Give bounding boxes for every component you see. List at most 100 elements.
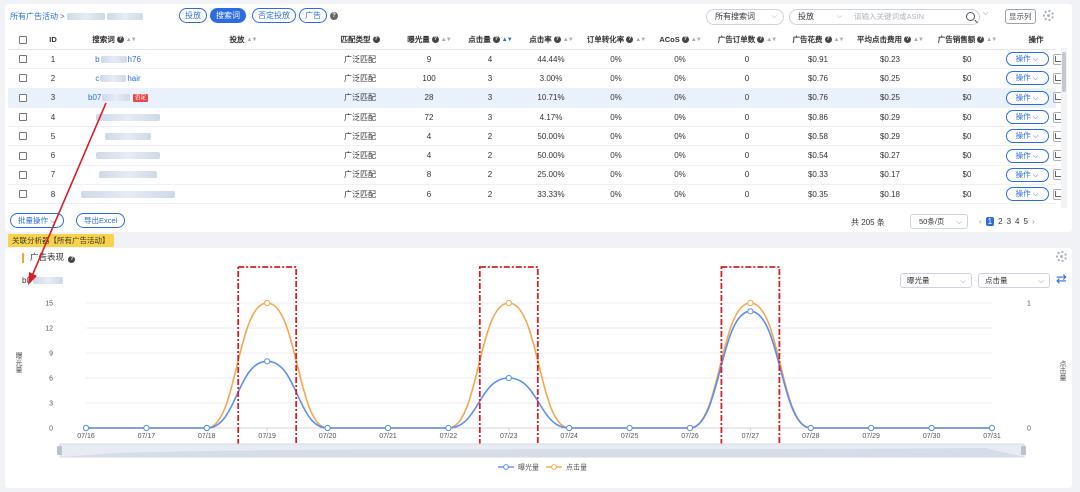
sort-icon[interactable]: ▲▼ [247,37,258,43]
row-actions[interactable]: 操作 ⌵ [1005,108,1049,126]
sort-icon[interactable]: ▲▼ [441,37,452,43]
select-all-checkbox-cell[interactable] [16,30,30,49]
help-icon[interactable]: ? [824,36,832,43]
table-scrollbar-thumb[interactable] [1062,52,1066,92]
sort-desc-icon[interactable]: ▲▼ [502,37,513,43]
sort-icon[interactable]: ▲▼ [986,37,997,43]
row-checkbox-cell[interactable] [16,146,30,164]
cell-search-term[interactable] [78,146,178,164]
row-actions[interactable]: 操作 ⌵ [1005,166,1049,184]
cell-search-term[interactable] [78,108,178,126]
search-term-start[interactable]: c [95,74,99,83]
row-checkbox[interactable] [19,113,27,122]
cell-search-term[interactable] [78,185,178,203]
page-1[interactable]: 1 [985,217,995,226]
col-conversion-rate[interactable]: 订单转化率? ▲▼ [584,30,648,49]
table-row[interactable]: 1 广泛匹配 9 4 44.44% 0% 0% 0 $0.91 $0.23 $0 b h76 操作 ⌵ [8,50,1064,70]
row-checkbox-cell[interactable] [16,89,30,107]
row-actions[interactable]: 操作 ⌵ [1005,146,1049,164]
page-size-select[interactable]: 50条/页 ⌵ [910,214,968,229]
bulk-actions-button[interactable]: 批量操作 ⌵ [10,213,64,228]
help-icon[interactable]: ? [626,36,634,43]
row-action-button[interactable]: 操作 ⌵ [1005,110,1049,125]
search-icon[interactable] [966,12,975,21]
row-actions[interactable]: 操作 ⌵ [1005,185,1049,203]
row-checkbox[interactable] [19,55,27,64]
col-avg-cpc[interactable]: 平均点击费用? ▲▼ [851,30,929,49]
search-term-start[interactable]: b [95,55,99,64]
cell-search-term[interactable]: c hair [88,69,148,87]
row-checkbox-cell[interactable] [16,185,30,203]
target-type-select[interactable]: 投放 ⌵ [789,9,849,25]
row-action-button[interactable]: 操作 ⌵ [1005,129,1049,144]
table-row[interactable]: 6 广泛匹配 4 2 50.00% 0% 0% 0 $0.54 $0.27 $0 操作 ⌵ [8,146,1064,166]
cell-search-term[interactable] [78,166,178,184]
table-row[interactable]: 3 广泛匹配 28 3 10.71% 0% 0% 0 $0.76 $0.25 $0 b07 否定 操作 ⌵ [8,88,1064,108]
row-checkbox[interactable] [19,93,27,102]
row-checkbox[interactable] [19,190,27,199]
page-4[interactable]: 4 [1015,217,1019,226]
table-row[interactable]: 4 广泛匹配 72 3 4.17% 0% 0% 0 $0.86 $0.29 $0 操作 ⌵ [8,108,1064,128]
row-checkbox-cell[interactable] [16,127,30,145]
help-icon[interactable]: ? [431,36,439,43]
table-row[interactable]: 7 广泛匹配 8 2 25.00% 0% 0% 0 $0.33 $0.17 $0 操作 ⌵ [8,166,1064,186]
row-action-button[interactable]: 操作 ⌵ [1005,187,1049,202]
row-checkbox-cell[interactable] [16,69,30,87]
help-icon[interactable]: ? [372,36,380,43]
row-checkbox[interactable] [19,170,27,179]
sort-icon[interactable]: ▲▼ [834,37,845,43]
row-checkbox-cell[interactable] [16,108,30,126]
table-row[interactable]: 5 广泛匹配 4 2 50.00% 0% 0% 0 $0.58 $0.29 $0 操作 ⌵ [8,127,1064,147]
help-icon[interactable]: ? [492,36,500,43]
page-2[interactable]: 2 [998,217,1002,226]
row-action-button[interactable]: 操作 ⌵ [1005,148,1049,163]
row-action-button[interactable]: 操作 ⌵ [1005,90,1049,105]
cell-search-term[interactable]: b07 否定 [88,89,148,107]
zoom-slider-handle-right[interactable] [1021,446,1026,455]
col-acos[interactable]: ACoS? ▲▼ [656,30,704,49]
table-row[interactable]: 8 广泛匹配 6 2 33.33% 0% 0% 0 $0.35 $0.18 $0 操作 ⌵ [8,185,1064,205]
search-dropdown-chevron-icon[interactable]: ⌵ [983,10,988,18]
row-actions[interactable]: 操作 ⌵ [1005,69,1049,87]
row-checkbox-cell[interactable] [16,166,30,184]
row-action-button[interactable]: 操作 ⌵ [1005,52,1049,67]
next-page-icon[interactable]: › [1032,217,1035,226]
help-icon[interactable]: ? [681,36,689,43]
breadcrumb-campaigns[interactable]: 所有广告活动 [10,12,58,21]
prev-page-icon[interactable]: ‹ [979,217,982,226]
search-term-select[interactable]: 所有搜索词 ⌵ [706,9,784,25]
row-actions[interactable]: 操作 ⌵ [1005,50,1049,68]
row-checkbox[interactable] [19,74,27,83]
search-term-end[interactable]: hair [127,74,140,83]
legend-label[interactable]: 点击量 [566,463,587,472]
search-input[interactable]: 请输入关键词或ASIN [848,9,980,25]
zoom-slider-handle-left[interactable] [57,446,62,455]
show-columns-button[interactable]: 显示列 [1005,9,1036,24]
col-ad-spend[interactable]: 广告花费? ▲▼ [788,30,848,49]
row-actions[interactable]: 操作 ⌵ [1005,127,1049,145]
search-term-end[interactable]: h76 [128,55,141,64]
col-search-term[interactable]: 搜索词? ▲▼ [83,30,145,49]
row-checkbox[interactable] [19,151,27,160]
row-action-button[interactable]: 操作 ⌵ [1005,167,1049,182]
row-checkbox[interactable] [19,132,27,141]
col-ctr[interactable]: 点击率? ▲▼ [526,30,576,49]
row-action-button[interactable]: 操作 ⌵ [1005,71,1049,86]
sort-icon[interactable]: ▲▼ [913,37,924,43]
col-targeting[interactable]: 投放 ▲▼ [218,30,268,49]
row-actions[interactable]: 操作 ⌵ [1005,89,1049,107]
search-term-start[interactable]: b07 [88,93,101,102]
sort-icon[interactable]: ▲▼ [766,37,777,43]
col-impressions[interactable]: 曝光量? ▲▼ [404,30,454,49]
sort-icon[interactable]: ▲▼ [126,37,137,43]
tab-targeting[interactable]: 投放 [179,8,207,23]
gear-icon[interactable] [1043,10,1054,21]
sort-icon[interactable]: ▲▼ [563,37,574,43]
row-checkbox-cell[interactable] [16,50,30,68]
tab-negative-targeting[interactable]: 否定投放 [252,8,296,23]
help-icon[interactable]: ? [904,36,912,43]
help-icon[interactable]: ? [553,36,561,43]
select-all-checkbox[interactable] [19,35,27,44]
page-3[interactable]: 3 [1007,217,1011,226]
sort-icon[interactable]: ▲▼ [691,37,702,43]
